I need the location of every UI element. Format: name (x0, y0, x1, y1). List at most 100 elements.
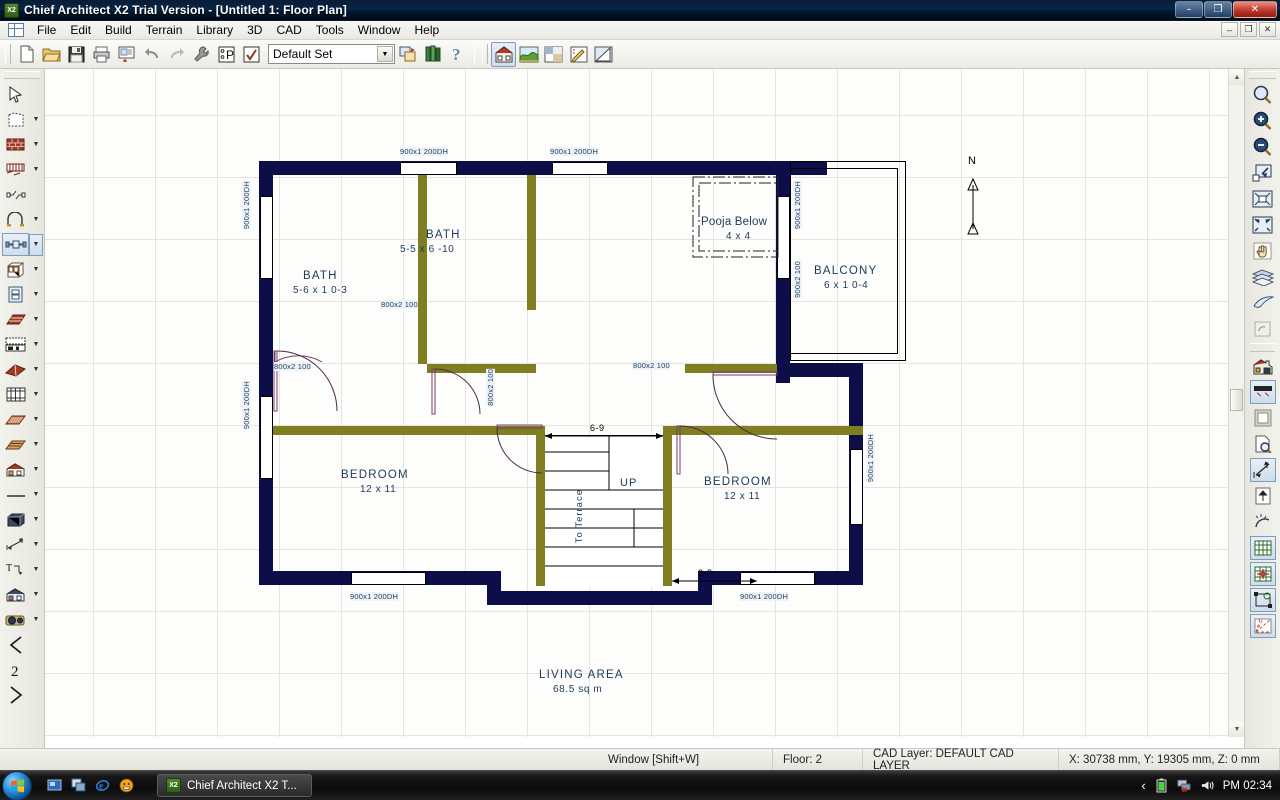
cabinet-tool[interactable]: ▼ (0, 257, 44, 282)
mdi-close-button[interactable]: ✕ (1259, 22, 1276, 37)
refresh-display-tool[interactable] (1245, 290, 1280, 316)
railing-tool[interactable]: ▼ (0, 157, 44, 182)
menu-cad[interactable]: CAD (269, 21, 308, 39)
toolbar-set-combo[interactable]: Default Set ▼ (268, 44, 395, 64)
exterior-tool[interactable]: ▼ (0, 457, 44, 482)
vertical-scroll-thumb[interactable] (1230, 389, 1243, 411)
menu-build[interactable]: Build (98, 21, 139, 39)
terrain-view-button[interactable] (516, 42, 541, 67)
cad-detail-button[interactable] (566, 42, 591, 67)
chevron-down-icon[interactable]: ▼ (29, 309, 43, 331)
chevron-down-icon[interactable]: ▼ (29, 209, 43, 231)
text-tool[interactable]: T ▼ (0, 557, 44, 582)
show-desktop-icon[interactable] (46, 777, 63, 794)
scroll-up-arrow[interactable]: ▲ (1229, 69, 1244, 85)
arc-tool[interactable] (1245, 509, 1280, 535)
snap-grid-tool[interactable] (1245, 561, 1280, 587)
chevron-down-icon[interactable]: ▼ (29, 359, 43, 381)
chevron-down-icon[interactable]: ▼ (29, 284, 43, 306)
stairs-tool[interactable]: ▼ (0, 307, 44, 332)
deck-tool[interactable]: ▼ (0, 407, 44, 432)
chevron-down-icon[interactable]: ▼ (29, 384, 43, 406)
zoom-extents-tool[interactable] (1245, 212, 1280, 238)
wall-tool[interactable]: ▼ (0, 132, 44, 157)
vertical-scrollbar[interactable]: ▲ ▼ (1228, 69, 1244, 737)
help-button[interactable]: ? (445, 42, 470, 67)
undo-button[interactable] (139, 42, 164, 67)
floor-plan-view-button[interactable] (491, 42, 516, 67)
zoom-in-tool[interactable] (1245, 108, 1280, 134)
chevron-down-icon[interactable]: ▼ (29, 409, 43, 431)
up-one-floor-tool[interactable] (1245, 483, 1280, 509)
angle-snaps-tool[interactable] (1245, 613, 1280, 639)
layer-display-button[interactable] (395, 42, 420, 67)
switch-window-icon[interactable] (70, 777, 87, 794)
break-wall-tool[interactable] (0, 182, 44, 207)
object-snaps-tool[interactable] (1245, 587, 1280, 613)
menu-edit[interactable]: Edit (63, 21, 98, 39)
smiley-icon[interactable] (118, 777, 135, 794)
layers-tool[interactable] (1245, 264, 1280, 290)
house-view-tool[interactable] (1245, 353, 1280, 379)
check-button[interactable] (239, 42, 264, 67)
select-objects-tool[interactable] (0, 82, 44, 107)
chevron-down-icon[interactable]: ▼ (29, 109, 43, 131)
floor-plan-canvas[interactable]: BATH 5-6 x 1 0-3 BATH 5-5 x 6 -10 Pooja … (45, 69, 1228, 737)
page-preview-tool[interactable] (1245, 431, 1280, 457)
mdi-minimize-button[interactable]: – (1221, 22, 1238, 37)
dimension-tool[interactable]: ▼ (0, 532, 44, 557)
electrical-tool[interactable]: ▼ (0, 282, 44, 307)
chevron-down-icon[interactable]: ▼ (29, 434, 43, 456)
open-plan-button[interactable] (39, 42, 64, 67)
cross-section-button[interactable] (591, 42, 616, 67)
undo-zoom-tool[interactable] (1245, 316, 1280, 342)
material-view-button[interactable] (541, 42, 566, 67)
preferences-button[interactable] (189, 42, 214, 67)
minimize-button[interactable]: – (1175, 1, 1203, 18)
floor-number-tool[interactable]: 2 (0, 657, 44, 682)
print-preview-button[interactable] (114, 42, 139, 67)
chevron-down-icon[interactable]: ▼ (29, 334, 43, 356)
reverse-angle-tool[interactable] (0, 682, 44, 707)
elevation-tool[interactable]: ▼ (0, 582, 44, 607)
reference-grid-tool[interactable] (1245, 535, 1280, 561)
volume-icon[interactable] (1200, 778, 1215, 793)
toolbar-grip-2[interactable] (482, 44, 488, 64)
menu-3d[interactable]: 3D (240, 21, 269, 39)
toolbar-grip[interactable] (5, 44, 11, 64)
zoom-out-tool[interactable] (1245, 134, 1280, 160)
chevron-down-icon[interactable]: ▼ (29, 459, 43, 481)
framing-tool[interactable]: ▼ (0, 382, 44, 407)
camera-tool[interactable]: ▼ (0, 607, 44, 632)
box-tool[interactable]: ▼ (0, 507, 44, 532)
library-browser-button[interactable] (420, 42, 445, 67)
plan-canvas-area[interactable]: BATH 5-6 x 1 0-3 BATH 5-5 x 6 -10 Pooja … (45, 69, 1244, 770)
pan-tool[interactable] (1245, 238, 1280, 264)
network-error-icon[interactable] (1177, 778, 1192, 793)
tray-expand-icon[interactable]: ‹ (1141, 778, 1145, 793)
chevron-down-icon[interactable]: ▼ (29, 609, 43, 631)
menu-tools[interactable]: Tools (309, 21, 351, 39)
zoom-tool[interactable] (1245, 82, 1280, 108)
chevron-down-icon[interactable]: ▼ (29, 484, 43, 506)
maximize-restore-button[interactable]: ❐ (1204, 1, 1232, 18)
chevron-down-icon[interactable]: ▼ (29, 534, 43, 556)
chevron-down-icon[interactable]: ▼ (29, 134, 43, 156)
menu-help[interactable]: Help (407, 21, 446, 39)
arch-opening-tool[interactable]: ▼ (0, 207, 44, 232)
menu-terrain[interactable]: Terrain (139, 21, 190, 39)
print-button[interactable] (89, 42, 114, 67)
fill-window-tool[interactable] (1245, 160, 1280, 186)
chevron-down-icon[interactable]: ▼ (29, 234, 43, 256)
menu-window[interactable]: Window (351, 21, 408, 39)
chevron-down-icon[interactable]: ▼ (29, 584, 43, 606)
chevron-down-icon[interactable]: ▼ (377, 46, 393, 62)
plan-defaults-button[interactable]: P (214, 42, 239, 67)
menu-library[interactable]: Library (189, 21, 240, 39)
chevron-down-icon[interactable]: ▼ (29, 559, 43, 581)
line-tool[interactable]: ▼ (0, 482, 44, 507)
scroll-down-arrow[interactable]: ▼ (1229, 721, 1244, 737)
plain-view-tool[interactable] (1245, 405, 1280, 431)
window-tool[interactable]: ▼ (0, 232, 44, 257)
angle-tool[interactable] (0, 632, 44, 657)
